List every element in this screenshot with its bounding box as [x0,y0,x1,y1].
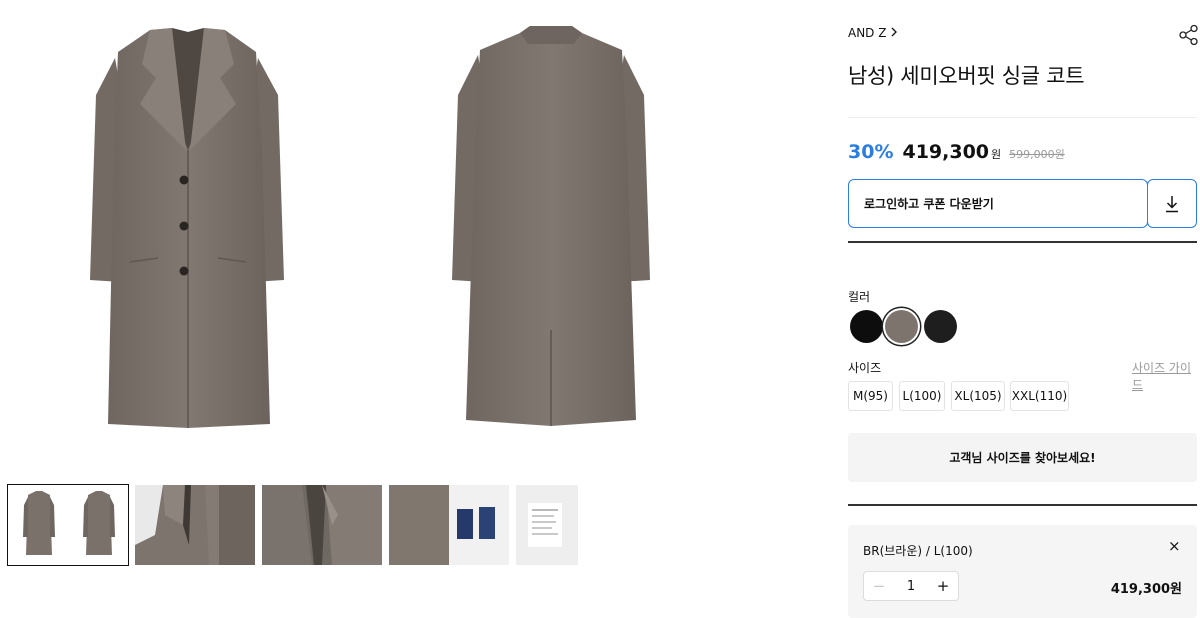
find-size-label: 고객님 사이즈를 찾아보세요! [949,451,1096,465]
thumbnail-1[interactable] [7,484,129,566]
brand-link[interactable]: AND Z [848,26,898,40]
share-icon[interactable] [1178,24,1200,46]
product-title: 남성) 세미오버핏 싱글 코트 [848,64,1085,88]
coupon-label: 로그인하고 쿠폰 다운받기 [864,197,994,211]
color-label: 컬러 [848,290,871,304]
divider [848,117,1197,118]
sale-price: 419,300 [902,141,990,163]
chevron-right-icon [890,26,898,40]
coat-back-view [452,26,650,426]
increase-button[interactable]: + [928,577,958,595]
decrease-button[interactable]: − [864,577,894,595]
main-product-image [0,0,740,470]
price-row: 30% 419,300 원 599,000원 [848,141,1065,163]
discount-rate: 30% [848,141,894,163]
size-option-m[interactable]: M(95) [848,381,893,411]
line-item-price: 419,300원 [1110,582,1182,597]
coat-front-view [90,28,284,428]
divider [848,504,1197,506]
price-unit: 원 [991,148,1002,161]
size-option-l[interactable]: L(100) [899,381,945,411]
quantity-stepper: − 1 + [863,571,959,601]
selected-option-box: BR(브라운) / L(100) × − 1 + 419,300원 [848,525,1197,618]
brand-name: AND Z [848,26,887,40]
find-my-size-button[interactable]: 고객님 사이즈를 찾아보세요! [848,433,1197,482]
color-swatch-charcoal[interactable] [924,310,957,343]
download-icon[interactable] [1147,179,1197,228]
coat-photo [90,26,650,428]
size-guide-link[interactable]: 사이즈 가이드 [1132,359,1200,393]
coupon-download-button[interactable]: 로그인하고 쿠폰 다운받기 [848,179,1148,228]
size-option-xxl[interactable]: XXL(110) [1010,381,1069,411]
thumbnail-4[interactable] [389,485,509,565]
divider [848,241,1197,243]
quantity-value[interactable]: 1 [894,579,928,594]
color-swatch-brown[interactable] [885,310,918,343]
size-label: 사이즈 [848,361,882,375]
close-icon[interactable]: × [1168,539,1181,554]
color-swatch-black[interactable] [850,310,883,343]
size-option-xl[interactable]: XL(105) [951,381,1005,411]
original-price: 599,000원 [1009,148,1065,161]
thumbnail-2[interactable] [135,485,255,565]
thumbnail-5[interactable] [516,485,578,565]
thumbnail-3[interactable] [262,485,382,565]
selected-option-name: BR(브라운) / L(100) [863,544,973,558]
